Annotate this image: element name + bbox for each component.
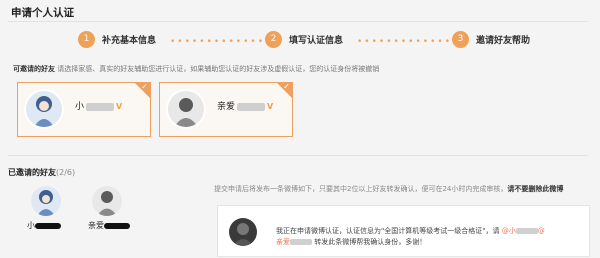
step-3: 3 邀请好友帮助	[452, 30, 530, 48]
checkmark-icon: ✓	[283, 82, 290, 91]
step-number: 2	[265, 30, 282, 48]
friend-card-1[interactable]: 小V ✓	[17, 82, 151, 137]
step-2: 2 填写认证信息	[265, 30, 343, 48]
step-connector: •••••••••••••	[170, 37, 266, 47]
redacted-name	[104, 222, 130, 229]
avatar	[31, 186, 61, 216]
weibo-post-preview: 我正在申请微博认证，认证信息为"全国计算机等级考试一级合格证"，请 @小 @ 亲爱…	[217, 205, 590, 257]
hint-text: 请选择家感、真实的好友辅助您进行认证，如果辅助您认证的好友涉及虚假认证，您的认证…	[57, 65, 380, 73]
checkmark-icon: ✓	[141, 82, 148, 91]
invite-hint: 可邀请的好友 请选择家感、真实的好友辅助您进行认证，如果辅助您认证的好友涉及虚假…	[13, 64, 593, 74]
friend-name: 小	[27, 220, 69, 231]
step-1: 1 补充基本信息	[78, 30, 156, 48]
friend-card-2[interactable]: 亲爱 V ✓	[159, 82, 293, 137]
redacted-name	[515, 228, 538, 234]
step-connector: •••••••••••••	[357, 37, 453, 47]
divider	[8, 21, 588, 22]
invited-friend[interactable]: 亲爱	[88, 186, 130, 251]
redacted-name	[86, 102, 115, 111]
invited-friends-title: 已邀请的好友(2/6)	[8, 168, 76, 177]
verified-icon: V	[267, 102, 274, 111]
friend-name: 亲爱	[88, 220, 130, 231]
divider	[8, 155, 588, 156]
avatar	[92, 186, 122, 216]
verified-icon: V	[116, 102, 123, 111]
delete-warning: 请不要删除此微博	[507, 185, 564, 193]
avatar	[166, 89, 206, 129]
avatar	[24, 89, 64, 129]
step-label: 邀请好友帮助	[476, 35, 531, 46]
redacted-name	[290, 239, 312, 245]
friend-name: 亲爱 V	[217, 102, 274, 112]
friend-name: 小V	[75, 102, 123, 112]
page-title: 申请个人认证	[11, 7, 74, 19]
hint-label: 可邀请的好友	[13, 65, 55, 73]
submit-hint: 提交申请后将发布一条微博如下，只要其中2位以上好友转发确认，便可在24小时内完成…	[214, 185, 564, 193]
step-label: 补充基本信息	[102, 35, 157, 46]
step-number: 1	[78, 30, 95, 48]
avatar	[229, 218, 257, 246]
step-number: 3	[452, 30, 469, 48]
step-label: 填写认证信息	[289, 35, 344, 46]
redacted-name	[35, 222, 61, 229]
post-text: 我正在申请微博认证，认证信息为"全国计算机等级考试一级合格证"，请 @小 @ 亲爱…	[276, 227, 545, 246]
invited-friend[interactable]: 小	[27, 186, 69, 251]
redacted-name	[237, 102, 266, 111]
